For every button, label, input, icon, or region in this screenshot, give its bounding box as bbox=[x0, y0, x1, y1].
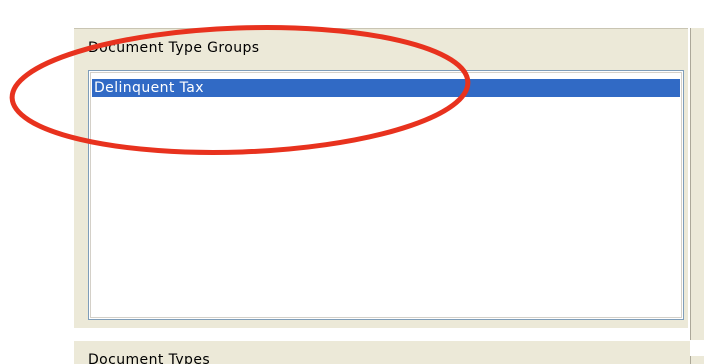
listbox-inner-border bbox=[90, 72, 682, 318]
edge-gap bbox=[690, 340, 704, 356]
document-type-groups-screen: Document Type Groups Delinquent Tax Docu… bbox=[0, 0, 704, 364]
document-type-groups-listbox[interactable]: Delinquent Tax bbox=[88, 70, 684, 320]
document-type-groups-label: Document Type Groups bbox=[88, 40, 260, 56]
document-types-label: Document Types bbox=[88, 352, 211, 364]
window-edge bbox=[690, 28, 704, 364]
list-item-delinquent-tax[interactable]: Delinquent Tax bbox=[92, 79, 680, 97]
